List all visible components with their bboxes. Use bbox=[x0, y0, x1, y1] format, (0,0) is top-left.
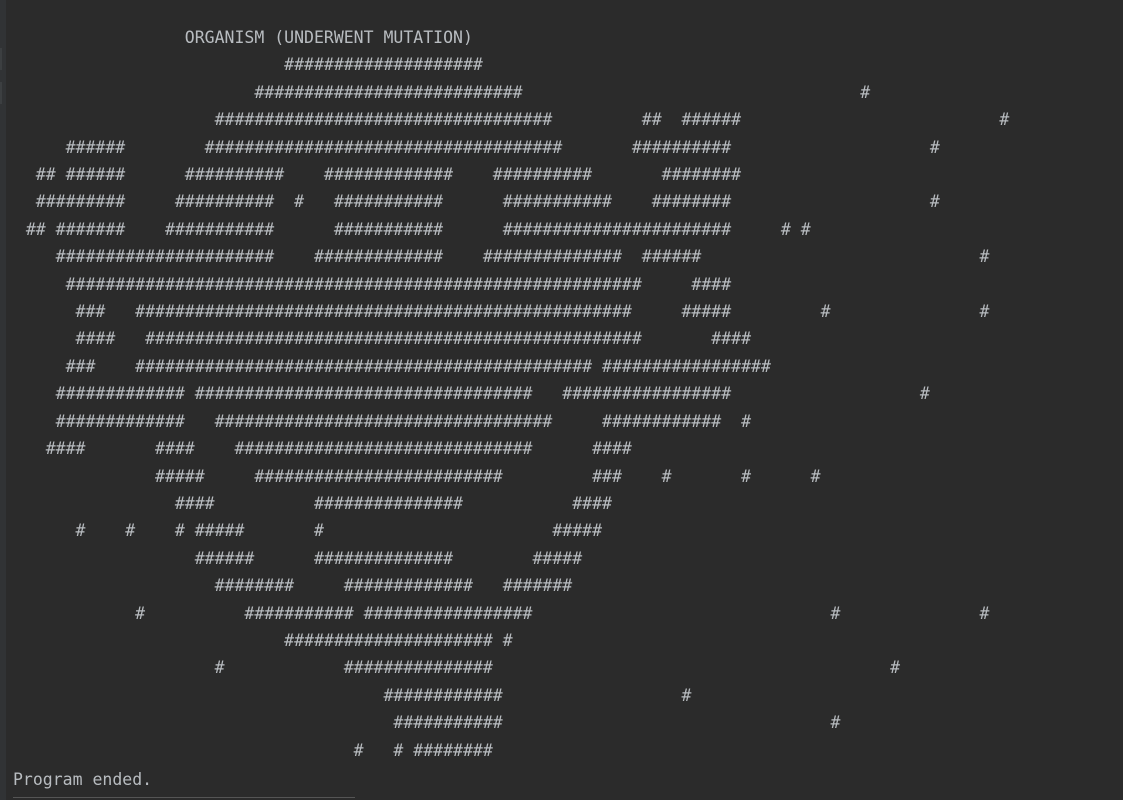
output-line: ###### ############## ##### bbox=[6, 548, 583, 568]
program-output-text: ORGANISM (UNDERWENT MUTATION) ##########… bbox=[6, 24, 1009, 764]
output-line: ### ####################################… bbox=[6, 302, 990, 322]
output-line: ###################### ############# ###… bbox=[6, 247, 990, 267]
output-header-line: ORGANISM (UNDERWENT MUTATION) bbox=[6, 28, 473, 47]
status-divider bbox=[13, 797, 355, 798]
output-line: ########################### # bbox=[6, 82, 871, 102]
output-line: ############ # bbox=[6, 685, 692, 705]
output-line: ############# ##########################… bbox=[6, 411, 752, 431]
output-line: ## ###### ########## ############# #####… bbox=[6, 165, 742, 185]
output-line: ################################## ## ##… bbox=[6, 110, 1010, 130]
program-ended-status: Program ended. bbox=[13, 770, 153, 789]
output-line: #### ############### #### bbox=[6, 493, 612, 513]
output-line: #### #### ##############################… bbox=[6, 439, 632, 459]
output-line: ############# ##########################… bbox=[6, 384, 930, 404]
gutter-marker bbox=[0, 48, 2, 70]
output-line: #################### bbox=[6, 55, 483, 75]
output-line: # # ######## bbox=[6, 740, 493, 760]
output-line: ########### # bbox=[6, 713, 841, 733]
output-line: # # # ##### # ##### bbox=[6, 521, 603, 541]
output-line: ########################################… bbox=[6, 274, 732, 294]
console-output-panel[interactable]: ORGANISM (UNDERWENT MUTATION) ##########… bbox=[6, 0, 1123, 800]
output-line: ##### ######################### ### # # … bbox=[6, 466, 821, 486]
output-line: ##################### # bbox=[6, 630, 513, 650]
output-line: #### ###################################… bbox=[6, 329, 752, 349]
output-line: # ########### ################# # # bbox=[6, 603, 990, 623]
output-line: ###### #################################… bbox=[6, 137, 940, 157]
output-line: ## ####### ########### ########### #####… bbox=[6, 219, 811, 239]
gutter-marker bbox=[0, 82, 2, 104]
output-line: # ############### # bbox=[6, 658, 901, 678]
output-line: ######## ############# ####### bbox=[6, 576, 573, 596]
output-line: ######### ########## # ########### #####… bbox=[6, 192, 940, 212]
output-line: ### ####################################… bbox=[6, 356, 771, 376]
